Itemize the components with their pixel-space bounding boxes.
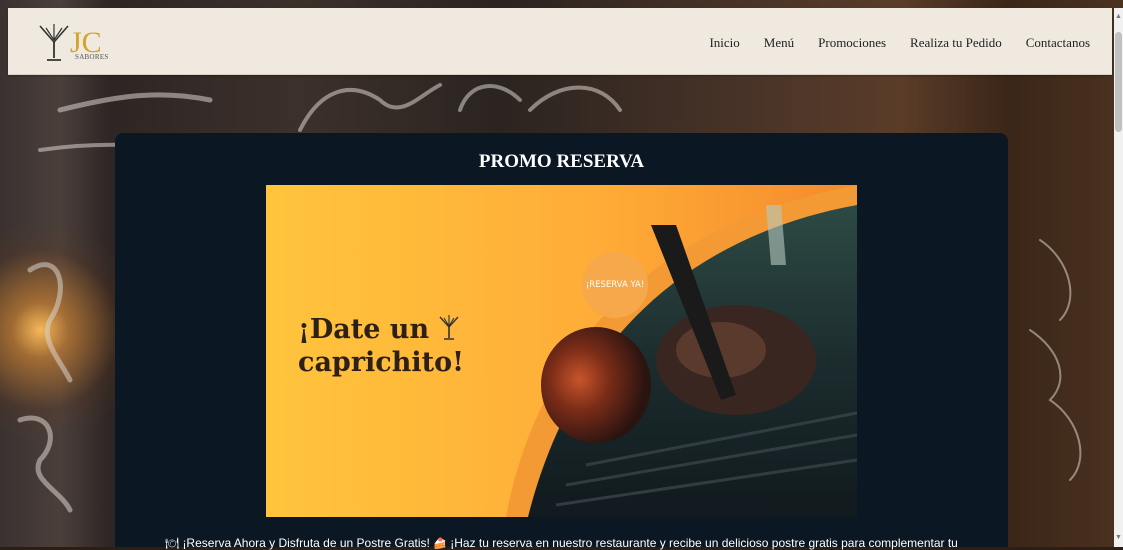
promo-description: 🍽 ¡Reserva Ahora y Disfruta de un Postre… — [115, 536, 1008, 550]
headline-line1: ¡Date un — [298, 314, 430, 345]
promo-text-part2: ¡Haz tu reserva en nuestro restaurante y… — [450, 536, 958, 550]
main-nav: Inicio Menú Promociones Realiza tu Pedid… — [709, 35, 1090, 51]
promo-text-part1: ¡Reserva Ahora y Disfruta de un Postre G… — [182, 536, 430, 550]
nav-inicio[interactable]: Inicio — [709, 35, 739, 51]
banner-headline: ¡Date un caprichito! — [298, 313, 528, 379]
logo-subtitle: SABORES — [75, 53, 109, 61]
nav-realiza-tu-pedido[interactable]: Realiza tu Pedido — [910, 35, 1002, 51]
nav-contactanos[interactable]: Contactanos — [1026, 35, 1090, 51]
promo-banner[interactable]: ¡Date un caprichito! ¡RESERVA YA! — [266, 185, 857, 517]
scroll-down-icon[interactable]: ▼ — [1115, 533, 1122, 541]
top-navigation-bar: JC SABORES Inicio Menú Promociones Reali… — [8, 8, 1112, 75]
plate-icon: 🍽 — [165, 538, 180, 550]
scrollbar-thumb[interactable] — [1115, 32, 1122, 132]
cocktail-glass-icon — [39, 24, 69, 61]
scroll-up-icon[interactable]: ▲ — [1115, 12, 1122, 20]
reserva-ya-badge[interactable]: ¡RESERVA YA! — [582, 252, 648, 318]
cake-icon: 🍰 — [433, 538, 447, 550]
nav-promociones[interactable]: Promociones — [818, 35, 886, 51]
promo-title: PROMO RESERVA — [478, 151, 645, 172]
promo-panel: PROMO RESERVA ¡Date un caprichito! ¡RESE… — [115, 133, 1008, 550]
headline-line2: caprichito! — [298, 347, 464, 378]
cocktail-glass-icon — [439, 315, 460, 340]
nav-menu[interactable]: Menú — [764, 35, 794, 51]
